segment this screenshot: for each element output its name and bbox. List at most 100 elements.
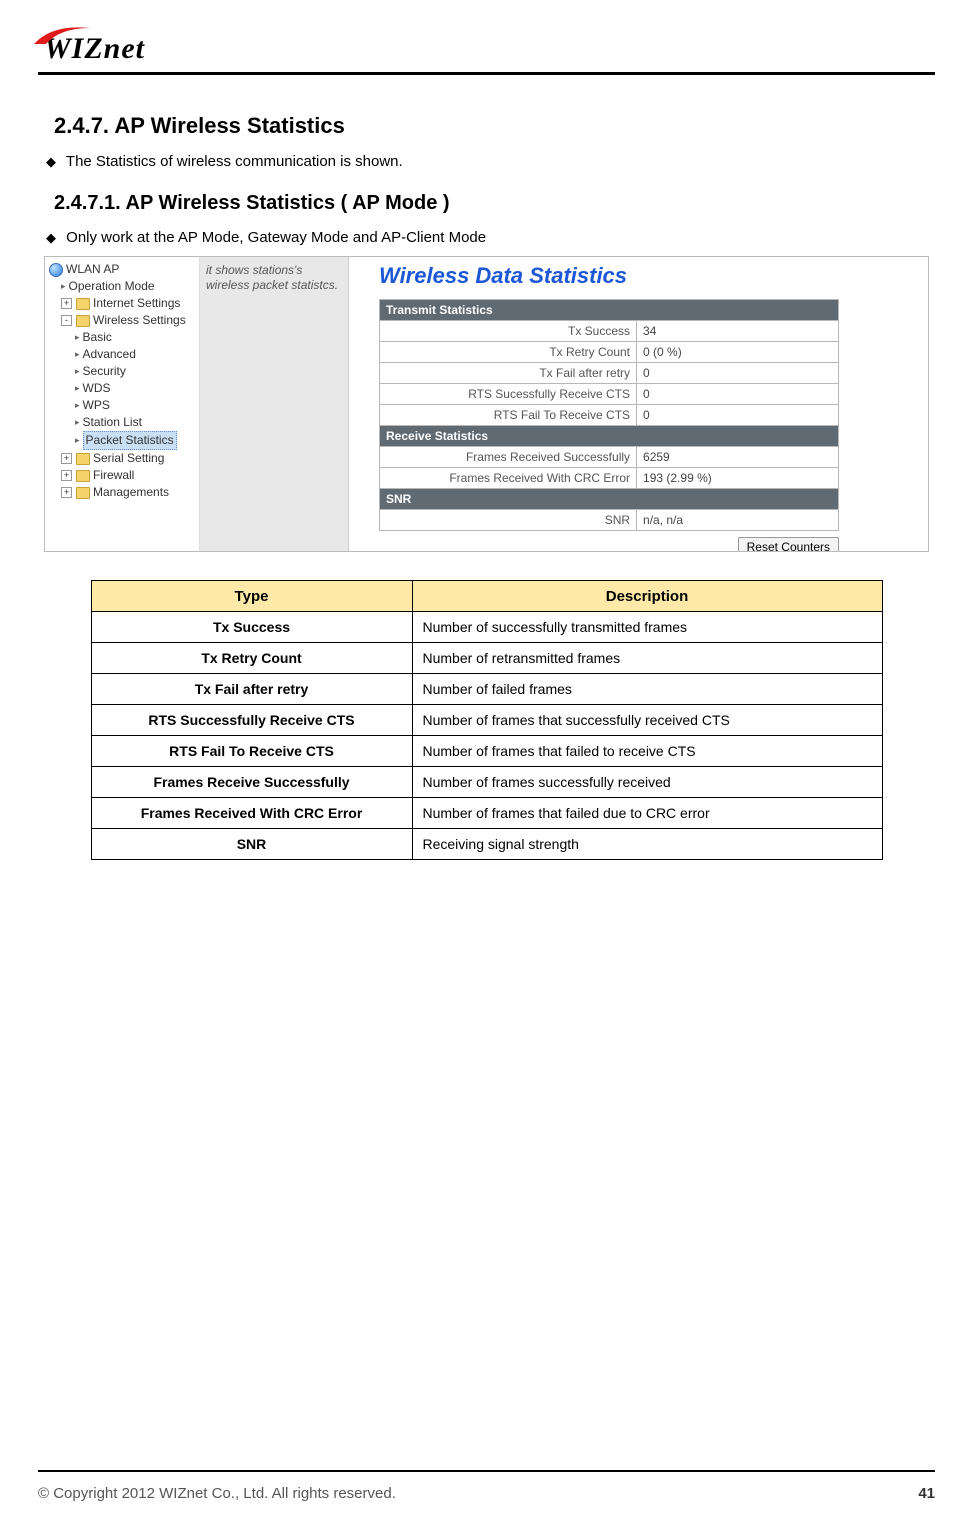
arrow-icon: ▸ (75, 346, 80, 363)
table-row: Frames Received With CRC Error Number of… (91, 798, 882, 829)
type-cell: Frames Receive Successfully (91, 767, 412, 798)
col-type: Type (91, 581, 412, 612)
tree-label: WPS (83, 397, 110, 414)
panel-title: Wireless Data Statistics (379, 263, 918, 289)
desc-cell: Number of retransmitted frames (412, 643, 882, 674)
tree-item-wds[interactable]: ▸ WDS (49, 380, 197, 397)
stat-value: 0 (637, 363, 839, 384)
tree-item-managements[interactable]: + Managements (49, 484, 197, 501)
stat-value: 34 (637, 321, 839, 342)
globe-icon (49, 263, 63, 277)
folder-icon (76, 298, 90, 310)
expand-icon[interactable]: + (61, 298, 72, 309)
folder-icon (76, 470, 90, 482)
folder-icon (76, 487, 90, 499)
subsection-heading: 2.4.7.1. AP Wireless Statistics ( AP Mod… (54, 192, 929, 215)
tree-label: Station List (83, 414, 142, 431)
page-number: 41 (918, 1485, 935, 1502)
stat-value: 193 (2.99 %) (637, 468, 839, 489)
bullet-diamond-icon: ◆ (46, 230, 56, 245)
stats-section-snr: SNR (380, 489, 839, 510)
description-table: Type Description Tx Success Number of su… (91, 580, 883, 860)
logo-swoosh-icon (32, 22, 92, 48)
tree-label: Wireless Settings (93, 312, 186, 329)
tree-item-firewall[interactable]: + Firewall (49, 467, 197, 484)
tree-label: Managements (93, 484, 169, 501)
tree-root-label: WLAN AP (66, 261, 119, 278)
tree-item-wireless-settings[interactable]: - Wireless Settings (49, 312, 197, 329)
table-header-row: Type Description (91, 581, 882, 612)
table-row: RTS Sucessfully Receive CTS 0 (380, 384, 839, 405)
tree-item-packet-statistics[interactable]: ▸ Packet Statistics (49, 431, 197, 450)
nav-tree: WLAN AP ▸ Operation Mode + Internet Sett… (45, 257, 200, 551)
reset-counters-button[interactable]: Reset Counters (738, 537, 839, 552)
type-cell: Tx Fail after retry (91, 674, 412, 705)
table-row: Tx Fail after retry 0 (380, 363, 839, 384)
table-row: SNR Receiving signal strength (91, 829, 882, 860)
hint-text: it shows stations's wireless packet stat… (206, 263, 338, 292)
page-header: WIZnet (38, 10, 935, 66)
desc-cell: Number of frames that successfully recei… (412, 705, 882, 736)
tree-item-wps[interactable]: ▸ WPS (49, 397, 197, 414)
copyright-text: © Copyright 2012 WIZnet Co., Ltd. All ri… (38, 1485, 396, 1502)
col-description: Description (412, 581, 882, 612)
stat-value: 0 (637, 384, 839, 405)
tree-label: Security (83, 363, 126, 380)
tree-label: Internet Settings (93, 295, 180, 312)
desc-cell: Number of frames that failed due to CRC … (412, 798, 882, 829)
tree-label: Basic (83, 329, 112, 346)
table-row: SNR n/a, n/a (380, 510, 839, 531)
stat-value: 0 (637, 405, 839, 426)
expand-icon[interactable]: + (61, 487, 72, 498)
expand-icon[interactable]: + (61, 470, 72, 481)
section-intro-text: The Statistics of wireless communication… (66, 153, 403, 170)
table-row: RTS Fail To Receive CTS 0 (380, 405, 839, 426)
table-row: Tx Retry Count Number of retransmitted f… (91, 643, 882, 674)
desc-cell: Number of failed frames (412, 674, 882, 705)
tree-label: Firewall (93, 467, 134, 484)
expand-icon[interactable]: + (61, 453, 72, 464)
tree-item-security[interactable]: ▸ Security (49, 363, 197, 380)
tree-label-selected: Packet Statistics (83, 431, 177, 450)
reset-row: Reset Counters (379, 537, 839, 552)
stat-label: Tx Success (380, 321, 637, 342)
arrow-icon: ▸ (75, 432, 80, 449)
subsection-intro: ◆ Only work at the AP Mode, Gateway Mode… (46, 229, 929, 246)
stat-label: RTS Sucessfully Receive CTS (380, 384, 637, 405)
table-row: Frames Received Successfully 6259 (380, 447, 839, 468)
tree-root[interactable]: WLAN AP (49, 261, 197, 278)
tree-item-internet-settings[interactable]: + Internet Settings (49, 295, 197, 312)
tree-item-station-list[interactable]: ▸ Station List (49, 414, 197, 431)
table-row: Tx Fail after retry Number of failed fra… (91, 674, 882, 705)
collapse-icon[interactable]: - (61, 315, 72, 326)
table-row: RTS Successfully Receive CTS Number of f… (91, 705, 882, 736)
table-row: RTS Fail To Receive CTS Number of frames… (91, 736, 882, 767)
stat-label: SNR (380, 510, 637, 531)
stat-label: Tx Fail after retry (380, 363, 637, 384)
section-intro: ◆ The Statistics of wireless communicati… (46, 153, 929, 170)
type-cell: Tx Success (91, 612, 412, 643)
arrow-icon: ▸ (75, 397, 80, 414)
type-cell: SNR (91, 829, 412, 860)
wiznet-logo: WIZnet (44, 32, 145, 66)
tree-item-advanced[interactable]: ▸ Advanced (49, 346, 197, 363)
arrow-icon: ▸ (75, 329, 80, 346)
tree-item-operation-mode[interactable]: ▸ Operation Mode (49, 278, 197, 295)
tree-label: Advanced (83, 346, 136, 363)
table-row: Tx Success Number of successfully transm… (91, 612, 882, 643)
tree-item-serial-setting[interactable]: + Serial Setting (49, 450, 197, 467)
arrow-icon: ▸ (61, 278, 66, 295)
page-content: 2.4.7. AP Wireless Statistics ◆ The Stat… (38, 75, 935, 860)
arrow-icon: ▸ (75, 363, 80, 380)
stat-label: Frames Received With CRC Error (380, 468, 637, 489)
tree-item-basic[interactable]: ▸ Basic (49, 329, 197, 346)
stat-value: 6259 (637, 447, 839, 468)
stat-label: Frames Received Successfully (380, 447, 637, 468)
section-heading: 2.4.7. AP Wireless Statistics (54, 113, 929, 139)
hint-panel: it shows stations's wireless packet stat… (200, 257, 349, 551)
stat-label: Tx Retry Count (380, 342, 637, 363)
embedded-screenshot: WLAN AP ▸ Operation Mode + Internet Sett… (44, 256, 929, 552)
table-row: Tx Retry Count 0 (0 %) (380, 342, 839, 363)
tree-label: Serial Setting (93, 450, 164, 467)
tree-label: WDS (83, 380, 111, 397)
